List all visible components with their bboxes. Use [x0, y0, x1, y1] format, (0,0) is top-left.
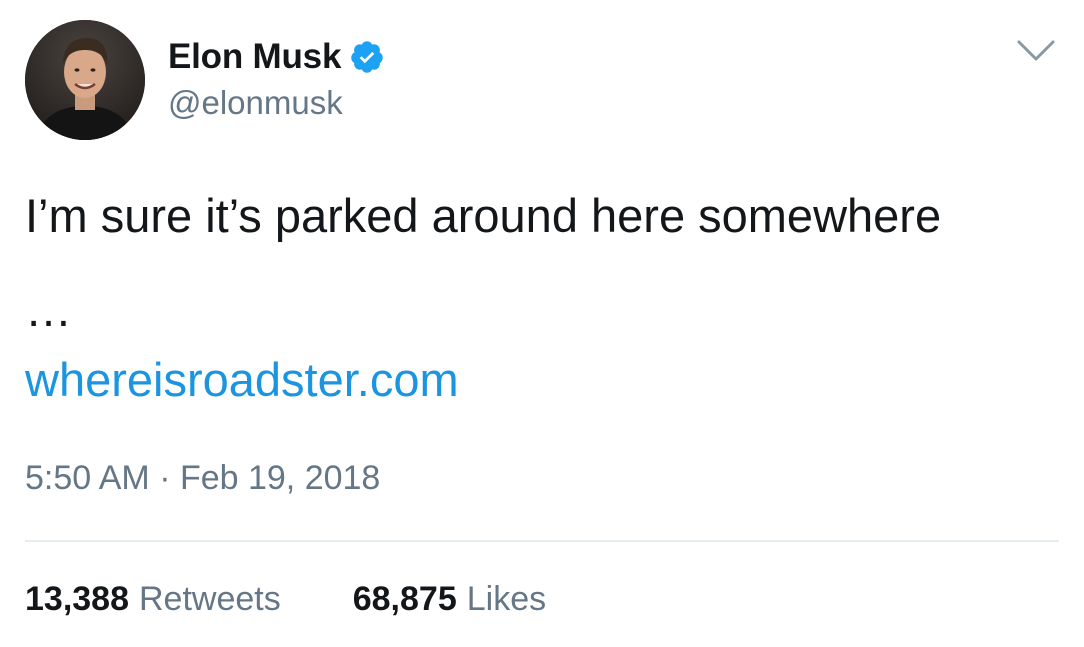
tweet-stats: 13,388 Retweets 68,875 Likes	[25, 580, 546, 619]
avatar[interactable]	[25, 20, 145, 140]
author-name-row[interactable]: Elon Musk	[168, 34, 385, 80]
divider	[25, 540, 1059, 542]
tweet-timestamp[interactable]: 5:50 AM · Feb 19, 2018	[25, 459, 380, 498]
retweets-count: 13,388	[25, 580, 129, 618]
chevron-down-icon[interactable]	[1015, 36, 1057, 66]
author-handle[interactable]: @elonmusk	[168, 84, 343, 122]
tweet-link[interactable]: whereisroadster.com	[25, 350, 459, 410]
tweet-text: I’m sure it’s parked around here somewhe…	[25, 189, 942, 242]
retweets-label: Retweets	[139, 580, 281, 618]
avatar-image	[25, 20, 145, 140]
author-display-name[interactable]: Elon Musk	[168, 37, 341, 77]
likes-stat[interactable]: 68,875 Likes	[353, 580, 546, 619]
verified-badge-icon	[349, 39, 385, 75]
likes-label: Likes	[466, 580, 547, 618]
retweets-stat[interactable]: 13,388 Retweets	[25, 580, 281, 619]
tweet-ellipsis: …	[25, 283, 72, 336]
likes-count: 68,875	[352, 580, 457, 618]
